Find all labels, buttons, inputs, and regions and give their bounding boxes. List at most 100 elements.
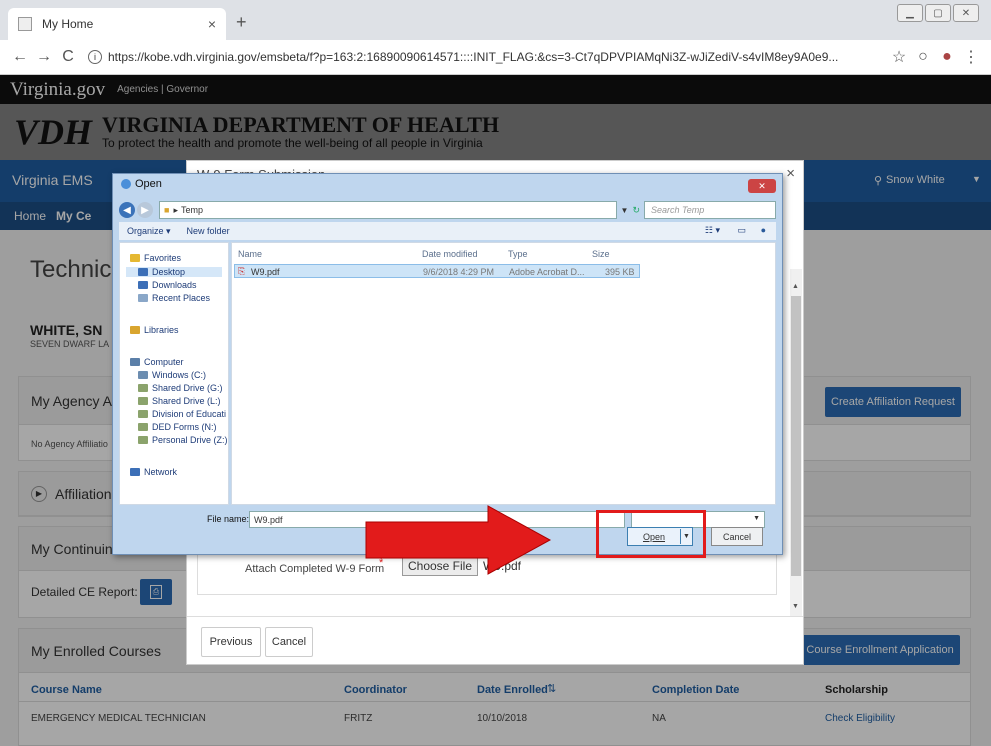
downloads-icon <box>138 281 148 289</box>
upload-continue-button[interactable]: Upload W-9 and Continue Application <box>597 627 793 657</box>
url-text: https://kobe.vdh.virginia.gov/emsbeta/f?… <box>108 50 839 64</box>
network-icon <box>130 468 140 476</box>
file-name: W9.pdf <box>251 267 280 277</box>
nav-downloads[interactable]: Downloads <box>138 280 197 290</box>
help-icon[interactable]: ● <box>761 225 766 235</box>
modal-footer-divider <box>187 616 803 617</box>
pdf-file-icon: ⎘ <box>238 266 246 276</box>
new-tab-icon[interactable]: + <box>236 12 247 33</box>
annotation-highlight-box <box>596 510 706 558</box>
nav-drive-z-label: Personal Drive (Z:) <box>152 435 228 445</box>
nav-libraries[interactable]: Libraries <box>130 325 179 335</box>
nav-drive-g-label: Shared Drive (G:) <box>152 383 223 393</box>
network-drive-icon <box>138 384 148 392</box>
minimize-icon[interactable]: ▁ <box>897 4 923 22</box>
profile-avatar-icon[interactable]: ● <box>935 48 959 66</box>
tab-strip: My Home × + ▁ ▢ ✕ <box>0 0 991 40</box>
maximize-icon[interactable]: ▢ <box>925 4 951 22</box>
nav-network-label: Network <box>144 467 178 477</box>
modal-scrollbar[interactable]: ▲ ▼ <box>790 269 802 617</box>
site-info-icon[interactable]: i <box>88 50 102 64</box>
chrome-app-icon <box>121 179 131 189</box>
nav-network[interactable]: Network <box>130 467 177 477</box>
path-dropdown-icon[interactable]: ▼ <box>621 206 629 215</box>
extension-icon[interactable]: ○ <box>911 48 935 66</box>
col-date-modified[interactable]: Date modified <box>422 249 478 259</box>
scroll-up-icon[interactable]: ▲ <box>792 283 799 290</box>
browser-menu-icon[interactable]: ⋮ <box>959 47 983 67</box>
address-bar-row: ← → C i https://kobe.vdh.virginia.gov/em… <box>0 40 991 75</box>
file-modified: 9/6/2018 4:29 PM <box>423 267 495 277</box>
nav-drive-l[interactable]: Shared Drive (L:) <box>138 396 221 406</box>
close-window-icon[interactable]: ✕ <box>953 4 979 22</box>
bookmark-star-icon[interactable]: ☆ <box>887 47 911 67</box>
browser-tab[interactable]: My Home × <box>8 8 226 40</box>
dialog-path-field[interactable]: ■ ▸ Temp <box>159 201 617 219</box>
preview-pane-icon[interactable]: ▭ <box>737 225 746 236</box>
file-type-dropdown-icon[interactable]: ▼ <box>753 515 760 522</box>
desktop-icon <box>138 268 148 276</box>
tab-title: My Home <box>42 17 94 31</box>
previous-button[interactable]: Previous <box>201 627 261 657</box>
dialog-path-text: Temp <box>180 205 203 215</box>
view-options-icon[interactable]: ☷ ▾ <box>705 225 720 236</box>
dialog-close-icon[interactable]: ✕ <box>748 179 776 193</box>
new-folder-button[interactable]: New folder <box>187 226 230 236</box>
col-size[interactable]: Size <box>592 249 610 259</box>
page-favicon-icon <box>18 17 32 31</box>
open-file-dialog: Open ✕ ◀ ▶ ■ ▸ Temp ▼ ↻ Search Temp Orga… <box>112 173 783 555</box>
dialog-caption: Open <box>121 178 162 190</box>
close-tab-icon[interactable]: × <box>208 16 216 32</box>
nav-computer[interactable]: Computer <box>130 357 184 367</box>
url-field[interactable]: i https://kobe.vdh.virginia.gov/emsbeta/… <box>88 44 879 70</box>
modal-close-icon[interactable]: × <box>786 165 795 182</box>
nav-favorites[interactable]: Favorites <box>130 253 181 263</box>
nav-drive-n-label: DED Forms (N:) <box>152 422 217 432</box>
network-drive-icon <box>138 397 148 405</box>
dialog-search-input[interactable]: Search Temp <box>644 201 776 219</box>
modal-cancel-button[interactable]: Cancel <box>265 627 313 657</box>
dialog-search-placeholder: Search Temp <box>651 205 705 215</box>
nav-drive-z[interactable]: Personal Drive (Z:) <box>138 435 228 445</box>
nav-drive-n[interactable]: DED Forms (N:) <box>138 422 217 432</box>
forward-icon[interactable]: → <box>32 48 56 66</box>
network-drive-icon <box>138 436 148 444</box>
nav-desktop-label: Desktop <box>152 267 186 277</box>
nav-division-label: Division of Educati <box>152 409 227 419</box>
annotation-arrow-icon <box>365 505 552 575</box>
back-icon[interactable]: ← <box>8 48 32 66</box>
scroll-down-icon[interactable]: ▼ <box>792 603 799 610</box>
dialog-file-pane: Name Date modified Type Size ⎘ W9.pdf 9/… <box>231 242 776 505</box>
file-type: Adobe Acrobat D... <box>509 267 585 277</box>
refresh-icon[interactable]: ↻ <box>632 205 640 216</box>
libraries-icon <box>130 326 140 334</box>
nav-recent-label: Recent Places <box>152 293 211 303</box>
nav-computer-label: Computer <box>144 357 184 367</box>
network-drive-icon <box>138 423 148 431</box>
dialog-back-icon[interactable]: ◀ <box>119 202 135 218</box>
dialog-nav-pane: Favorites Desktop Downloads Recent Place… <box>119 242 229 505</box>
nav-division[interactable]: Division of Educati <box>138 409 226 419</box>
recent-places-icon <box>138 294 148 302</box>
nav-drive-c[interactable]: Windows (C:) <box>138 370 206 380</box>
drive-icon <box>138 371 148 379</box>
file-row-w9[interactable]: ⎘ W9.pdf 9/6/2018 4:29 PM Adobe Acrobat … <box>234 264 640 278</box>
scrollbar-thumb[interactable] <box>791 296 801 576</box>
dialog-toolbar: Organize ▾ New folder ☷ ▾ ▭ ● <box>119 222 776 240</box>
dialog-forward-icon[interactable]: ▶ <box>137 202 153 218</box>
nav-desktop[interactable]: Desktop <box>126 267 222 277</box>
dialog-title: Open <box>135 178 162 190</box>
nav-downloads-label: Downloads <box>152 280 197 290</box>
nav-drive-g[interactable]: Shared Drive (G:) <box>138 383 223 393</box>
col-name[interactable]: Name <box>238 249 262 259</box>
nav-recent[interactable]: Recent Places <box>138 293 210 303</box>
organize-menu[interactable]: Organize ▾ <box>127 226 171 237</box>
dialog-cancel-button[interactable]: Cancel <box>711 527 763 546</box>
folder-icon: ■ <box>164 205 170 215</box>
file-name-value: W9.pdf <box>254 514 283 525</box>
reload-icon[interactable]: C <box>56 48 80 66</box>
col-type[interactable]: Type <box>508 249 528 259</box>
network-drive-icon <box>138 410 148 418</box>
breadcrumb-separator-icon: ▸ <box>173 204 178 215</box>
file-name-label: File name: <box>207 514 250 524</box>
